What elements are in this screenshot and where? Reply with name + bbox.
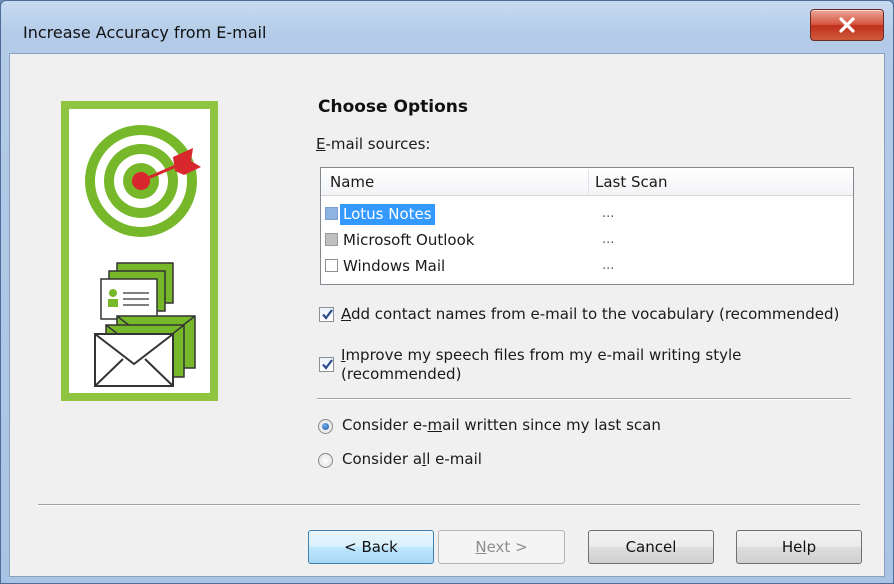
email-sources-label: E-mail sources: xyxy=(316,135,431,153)
scan-all-label[interactable]: Consider all e-mail xyxy=(342,450,482,469)
column-header-last-scan[interactable]: Last Scan xyxy=(595,173,667,191)
target-envelope-icon xyxy=(85,125,201,387)
scan-since-last-radio[interactable] xyxy=(318,419,333,434)
source-name: Microsoft Outlook xyxy=(343,231,475,249)
list-item-microsoft-outlook[interactable]: Microsoft Outlook ... xyxy=(321,227,853,253)
source-checkbox[interactable] xyxy=(325,207,338,220)
email-target-illustration xyxy=(61,101,218,401)
footer-divider xyxy=(38,504,860,506)
source-name: Lotus Notes xyxy=(340,204,435,225)
checkmark-icon xyxy=(322,359,333,370)
cancel-button[interactable]: Cancel xyxy=(588,530,714,564)
source-name: Windows Mail xyxy=(343,257,446,275)
back-button[interactable]: < Back xyxy=(308,530,434,564)
source-checkbox[interactable] xyxy=(325,233,338,246)
source-last-scan: ... xyxy=(602,258,615,273)
dialog-client-area: Choose Options E-mail sources: Name Last… xyxy=(9,53,885,577)
options-divider xyxy=(317,398,851,400)
dialog-window: Increase Accuracy from E-mail Choose Opt… xyxy=(0,0,894,584)
next-button[interactable]: Next > xyxy=(438,530,565,564)
source-checkbox[interactable] xyxy=(325,259,338,272)
page-heading: Choose Options xyxy=(318,97,468,117)
add-contacts-checkbox[interactable] xyxy=(319,307,334,322)
improve-speech-label[interactable]: Improve my speech files from my e-mail w… xyxy=(341,346,741,384)
list-item-lotus-notes[interactable]: Lotus Notes ... xyxy=(321,201,853,227)
close-icon xyxy=(839,17,855,33)
add-contacts-label[interactable]: Add contact names from e-mail to the voc… xyxy=(341,305,839,324)
list-header: Name Last Scan xyxy=(321,168,853,196)
checkmark-icon xyxy=(322,309,333,320)
column-header-name[interactable]: Name xyxy=(330,173,374,191)
scan-all-radio[interactable] xyxy=(318,453,333,468)
title-bar[interactable]: Increase Accuracy from E-mail xyxy=(1,1,893,61)
source-last-scan: ... xyxy=(602,206,615,221)
email-sources-list[interactable]: Name Last Scan Lotus Notes ... Microsoft… xyxy=(320,167,854,285)
help-button[interactable]: Help xyxy=(736,530,862,564)
window-title: Increase Accuracy from E-mail xyxy=(23,23,267,42)
scan-since-last-label[interactable]: Consider e-mail written since my last sc… xyxy=(342,416,661,435)
close-button[interactable] xyxy=(810,9,884,41)
list-item-windows-mail[interactable]: Windows Mail ... xyxy=(321,253,853,279)
source-last-scan: ... xyxy=(602,232,615,247)
improve-speech-checkbox[interactable] xyxy=(319,357,334,372)
